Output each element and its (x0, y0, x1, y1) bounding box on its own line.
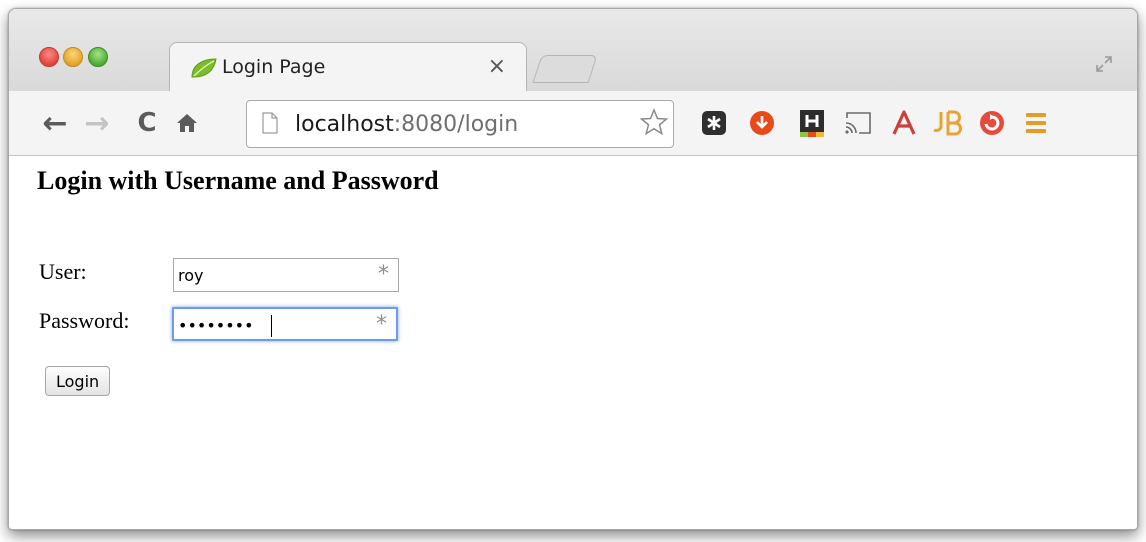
jb-icon[interactable] (931, 105, 965, 141)
back-button[interactable]: ← (37, 91, 73, 155)
password-input[interactable] (178, 312, 358, 338)
feedly-icon[interactable] (975, 105, 1009, 141)
fullscreen-icon[interactable] (1095, 55, 1113, 78)
required-asterisk-icon: * (378, 262, 389, 287)
minimize-window-button[interactable] (63, 47, 83, 67)
home-icon[interactable] (169, 91, 205, 155)
login-button[interactable]: Login (45, 366, 111, 396)
download-icon[interactable] (745, 105, 779, 141)
menu-icon[interactable] (1019, 105, 1053, 141)
url-port-path: :8080/login (393, 112, 519, 137)
username-input[interactable] (178, 262, 358, 288)
font-a-icon[interactable] (887, 105, 921, 141)
page-content: Login with Username and Password User: *… (9, 156, 1137, 529)
password-label: Password: (39, 308, 130, 333)
tab-strip: Login Page × (9, 9, 1137, 93)
reload-button[interactable]: C (129, 91, 165, 155)
url-host: localhost (295, 112, 394, 137)
bookmark-star-icon[interactable] (639, 107, 669, 142)
extension-puzzle-icon[interactable] (697, 105, 731, 141)
h-extension-icon[interactable] (795, 105, 829, 141)
password-field[interactable]: * (172, 307, 398, 341)
spring-leaf-icon (190, 57, 218, 84)
url-text: localhost:8080/login (295, 112, 518, 137)
tab-title: Login Page (222, 56, 326, 78)
address-bar[interactable]: localhost:8080/login (246, 100, 674, 148)
text-caret (271, 315, 272, 337)
zoom-window-button[interactable] (88, 47, 108, 67)
page-heading: Login with Username and Password (37, 166, 439, 195)
browser-toolbar: ← → C localhost:8080/login (9, 91, 1137, 156)
new-tab-button[interactable] (532, 55, 598, 83)
browser-window: Login Page × ← → C localhost:8080/login … (8, 8, 1138, 530)
cast-icon[interactable] (841, 105, 875, 141)
tab-login-page[interactable]: Login Page × (169, 42, 527, 93)
user-label: User: (39, 259, 87, 284)
page-icon (261, 111, 279, 140)
close-tab-icon[interactable]: × (488, 54, 506, 79)
close-window-button[interactable] (39, 47, 59, 67)
username-field[interactable]: * (173, 258, 399, 292)
forward-button[interactable]: → (79, 91, 115, 155)
required-asterisk-icon: * (376, 312, 387, 337)
